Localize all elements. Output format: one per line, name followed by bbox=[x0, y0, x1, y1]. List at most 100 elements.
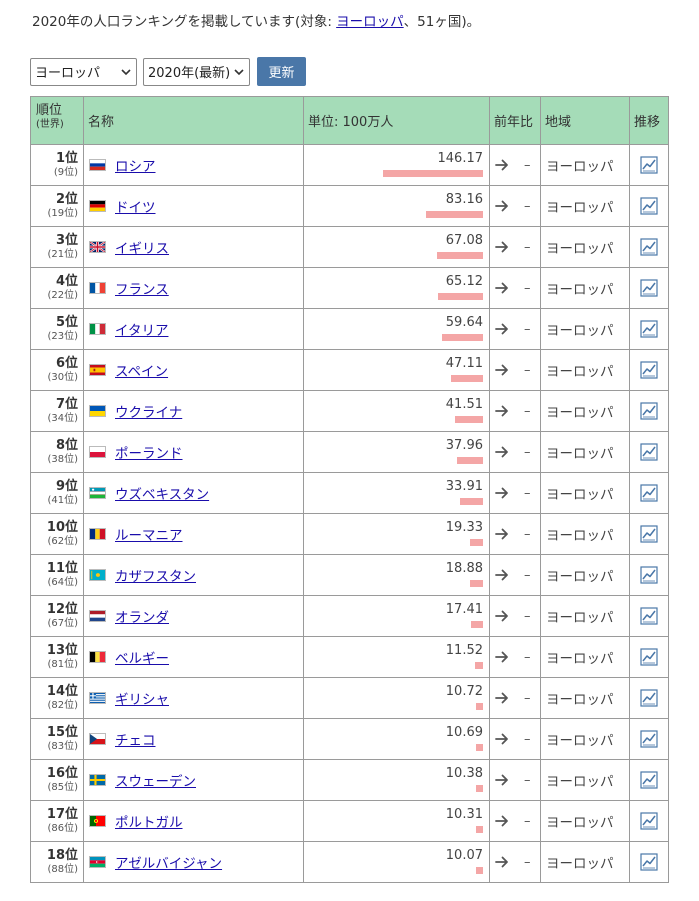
year-select[interactable]: 2020年(最新) bbox=[143, 57, 250, 86]
population-value: 33.91 bbox=[445, 479, 483, 494]
trend-cell bbox=[629, 841, 669, 883]
change-cell: – bbox=[489, 595, 541, 637]
trend-chart-icon[interactable] bbox=[640, 484, 658, 502]
country-link[interactable]: ドイツ bbox=[115, 200, 156, 216]
change-cell: – bbox=[489, 513, 541, 555]
change-value: – bbox=[524, 157, 531, 173]
arrow-right-icon bbox=[495, 159, 508, 171]
country-link[interactable]: ルーマニア bbox=[115, 528, 183, 544]
region-cell: ヨーロッパ bbox=[540, 595, 630, 637]
country-link[interactable]: ポーランド bbox=[115, 446, 183, 462]
world-rank-label: (38位) bbox=[47, 454, 78, 465]
table-row: 5位 (23位) イタリア 59.64 – ヨーロッパ bbox=[30, 308, 669, 350]
trend-chart-icon[interactable] bbox=[640, 525, 658, 543]
change-value: – bbox=[524, 321, 531, 337]
trend-cell bbox=[629, 349, 669, 391]
population-header[interactable]: 単位: 100万人 bbox=[303, 96, 490, 145]
table-row: 13位 (81位) ベルギー 11.52 – ヨーロッパ bbox=[30, 636, 669, 678]
change-header[interactable]: 前年比 bbox=[489, 96, 541, 145]
trend-chart-icon[interactable] bbox=[640, 320, 658, 338]
rank-cell: 15位 (83位) bbox=[30, 718, 84, 760]
region-link[interactable]: ヨーロッパ bbox=[336, 14, 404, 30]
trend-header: 推移 bbox=[629, 96, 669, 145]
belgium-flag-icon bbox=[89, 651, 106, 663]
rank-label: 18位 bbox=[46, 848, 78, 863]
table-row: 2位 (19位) ドイツ 83.16 – ヨーロッパ bbox=[30, 185, 669, 227]
trend-chart-icon[interactable] bbox=[640, 238, 658, 256]
trend-cell bbox=[629, 226, 669, 268]
region-cell: ヨーロッパ bbox=[540, 226, 630, 268]
trend-chart-icon[interactable] bbox=[640, 771, 658, 789]
trend-cell bbox=[629, 267, 669, 309]
rank-label: 4位 bbox=[55, 274, 78, 289]
arrow-right-icon bbox=[495, 282, 508, 294]
population-bar bbox=[476, 826, 483, 833]
netherlands-flag-icon bbox=[89, 610, 106, 622]
population-cell: 10.72 bbox=[303, 677, 490, 719]
poland-flag-icon bbox=[89, 446, 106, 458]
spain-flag-icon bbox=[89, 364, 106, 376]
trend-chart-icon[interactable] bbox=[640, 443, 658, 461]
country-link[interactable]: スウェーデン bbox=[115, 774, 196, 790]
trend-chart-icon[interactable] bbox=[640, 812, 658, 830]
country-link[interactable]: ベルギー bbox=[115, 651, 169, 667]
trend-chart-icon[interactable] bbox=[640, 156, 658, 174]
population-value: 10.07 bbox=[445, 848, 483, 863]
table-row: 12位 (67位) オランダ 17.41 – ヨーロッパ bbox=[30, 595, 669, 637]
region-cell: ヨーロッパ bbox=[540, 308, 630, 350]
population-cell: 10.69 bbox=[303, 718, 490, 760]
country-link[interactable]: ロシア bbox=[115, 159, 156, 175]
trend-chart-icon[interactable] bbox=[640, 648, 658, 666]
world-rank-label: (22位) bbox=[47, 290, 78, 301]
trend-chart-icon[interactable] bbox=[640, 689, 658, 707]
arrow-right-icon bbox=[495, 774, 508, 786]
country-name-cell: ポーランド bbox=[83, 431, 304, 473]
trend-chart-icon[interactable] bbox=[640, 197, 658, 215]
population-cell: 10.31 bbox=[303, 800, 490, 842]
trend-chart-icon[interactable] bbox=[640, 402, 658, 420]
country-link[interactable]: イギリス bbox=[115, 241, 169, 257]
update-button[interactable]: 更新 bbox=[257, 57, 306, 86]
region-header[interactable]: 地域 bbox=[540, 96, 630, 145]
country-link[interactable]: チェコ bbox=[115, 733, 156, 749]
rank-cell: 14位 (82位) bbox=[30, 677, 84, 719]
change-cell: – bbox=[489, 800, 541, 842]
region-cell: ヨーロッパ bbox=[540, 144, 630, 186]
change-cell: – bbox=[489, 390, 541, 432]
trend-chart-icon[interactable] bbox=[640, 730, 658, 748]
country-link[interactable]: スペイン bbox=[115, 364, 168, 380]
region-cell: ヨーロッパ bbox=[540, 472, 630, 514]
trend-chart-icon[interactable] bbox=[640, 853, 658, 871]
country-link[interactable]: イタリア bbox=[115, 323, 168, 339]
rank-header[interactable]: 順位 (世界) bbox=[30, 96, 84, 145]
population-value: 83.16 bbox=[445, 192, 483, 207]
rank-label: 12位 bbox=[46, 602, 78, 617]
trend-cell bbox=[629, 554, 669, 596]
trend-chart-icon[interactable] bbox=[640, 361, 658, 379]
trend-chart-icon[interactable] bbox=[640, 279, 658, 297]
name-header[interactable]: 名称 bbox=[83, 96, 304, 145]
table-row: 7位 (34位) ウクライナ 41.51 – ヨーロッパ bbox=[30, 390, 669, 432]
trend-chart-icon[interactable] bbox=[640, 607, 658, 625]
country-link[interactable]: ウクライナ bbox=[115, 405, 182, 421]
country-link[interactable]: ギリシャ bbox=[115, 692, 169, 708]
country-link[interactable]: ウズベキスタン bbox=[115, 487, 209, 503]
world-rank-label: (21位) bbox=[47, 249, 78, 260]
trend-cell bbox=[629, 431, 669, 473]
change-value: – bbox=[524, 403, 531, 419]
population-value: 146.17 bbox=[437, 151, 484, 166]
country-link[interactable]: アゼルバイジャン bbox=[115, 856, 222, 872]
change-value: – bbox=[524, 526, 531, 542]
country-link[interactable]: フランス bbox=[115, 282, 169, 298]
country-link[interactable]: ポルトガル bbox=[115, 815, 183, 831]
region-select[interactable]: ヨーロッパ bbox=[30, 57, 137, 86]
country-link[interactable]: オランダ bbox=[115, 610, 169, 626]
table-row: 9位 (41位) ウズベキスタン 33.91 – ヨーロッパ bbox=[30, 472, 669, 514]
rank-cell: 5位 (23位) bbox=[30, 308, 84, 350]
region-cell: ヨーロッパ bbox=[540, 800, 630, 842]
trend-cell bbox=[629, 636, 669, 678]
trend-chart-icon[interactable] bbox=[640, 566, 658, 584]
change-cell: – bbox=[489, 267, 541, 309]
country-name-cell: イギリス bbox=[83, 226, 304, 268]
country-link[interactable]: カザフスタン bbox=[115, 569, 196, 585]
